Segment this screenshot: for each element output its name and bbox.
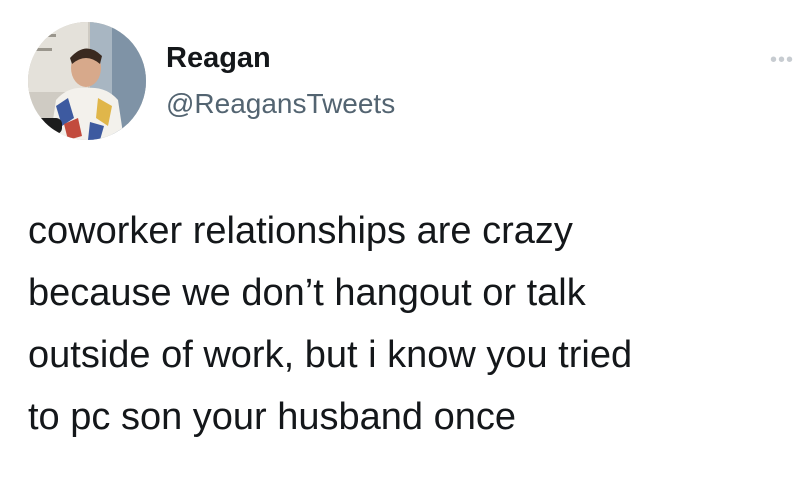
tweet-text-line: because we don’t hangout or talk <box>28 272 586 314</box>
author-handle[interactable]: @ReagansTweets <box>166 88 395 120</box>
tweet-text-line: outside of work, but i know you tried <box>28 334 633 376</box>
tweet-text: coworker relationships are crazy because… <box>28 200 800 448</box>
ellipsis-icon[interactable]: ••• <box>770 50 794 70</box>
author-display-name[interactable]: Reagan <box>166 42 271 75</box>
profile-photo-icon[interactable] <box>28 22 146 140</box>
tweet-card: Reagan @ReagansTweets ••• coworker relat… <box>0 0 800 495</box>
tweet-text-line: coworker relationships are crazy <box>28 210 573 252</box>
tweet-text-line: to pc son your husband once <box>28 396 517 438</box>
